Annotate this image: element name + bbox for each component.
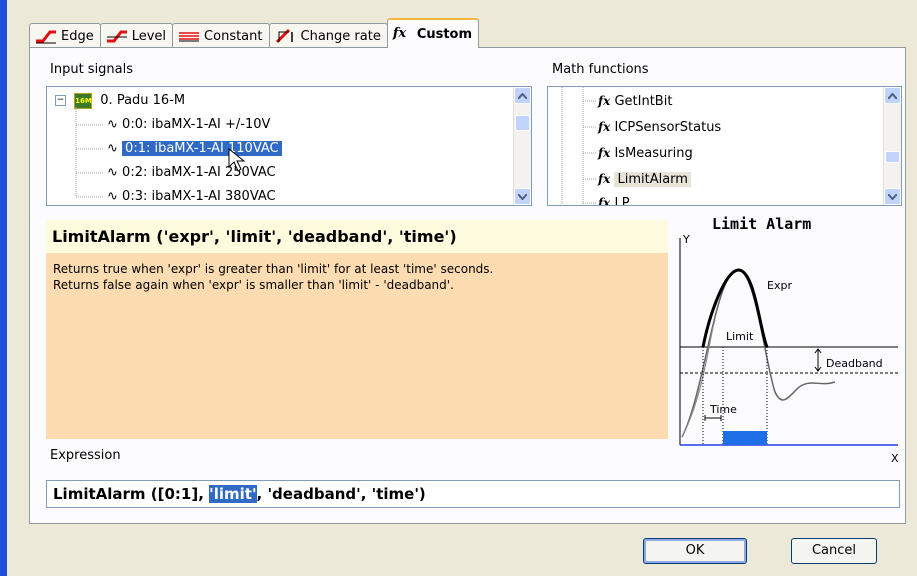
tree-lines [75,107,103,198]
dialog: Edge Level Constant Change rate fx Custom… [7,0,917,576]
math-functions-list[interactable]: fx GetIntBit fx ICPSensorStatus fx IsMea… [547,86,902,206]
function-label: IsMeasuring [614,146,693,161]
scroll-down-button[interactable] [884,188,901,205]
cancel-button[interactable]: Cancel [791,538,877,564]
function-icon: fx [598,120,611,134]
x-axis-label: X [891,452,899,464]
change-rate-icon [275,28,297,44]
input-signals-label: Input signals [50,62,134,77]
function-label: LP [614,196,630,206]
input-signals-scrollbar[interactable] [513,87,531,205]
expression-text: LimitAlarm ([0:1], [53,485,210,503]
tab-label: Change rate [300,28,381,44]
tab-strip: Edge Level Constant Change rate fx Custom [29,18,480,48]
tab-constant[interactable]: Constant [172,23,270,48]
function-icon: fx [598,94,611,108]
function-item[interactable]: fx ICPSensorStatus [598,115,721,139]
scroll-down-button[interactable] [514,188,531,205]
function-icon: fx [598,196,611,206]
limit-label: Limit [726,330,754,343]
expression-label: Expression [50,448,121,463]
tab-label: Constant [204,28,263,44]
tab-change-rate[interactable]: Change rate [268,23,388,48]
function-description: Returns true when 'expr' is greater than… [46,253,668,439]
ok-button[interactable]: OK [643,538,747,564]
tab-level[interactable]: Level [99,23,174,48]
function-label: LimitAlarm [614,172,691,187]
tab-label: Custom [416,26,473,42]
level-icon [106,28,128,44]
math-functions-label: Math functions [552,62,649,77]
y-axis-label: Y [682,233,690,246]
constant-icon [178,28,200,44]
function-icon: fx [598,146,611,160]
function-label: ICPSensorStatus [614,120,722,135]
description-line: Returns true when 'expr' is greater than… [53,262,494,276]
deadband-label: Deadband [826,357,883,370]
function-icon: fx [598,172,611,186]
input-signals-tree[interactable]: − 16M 0. Padu 16-M ∿ 0:0: ibaMX-1-AI +/-… [46,86,532,206]
tab-edge[interactable]: Edge [29,23,101,48]
edge-icon [35,28,57,44]
function-item[interactable]: fx GetIntBit [598,89,672,113]
function-item[interactable]: fx IsMeasuring [598,141,693,165]
window-left-border [0,0,7,576]
scroll-up-button[interactable] [884,87,901,104]
math-functions-scrollbar[interactable] [883,87,901,205]
expression-input[interactable]: LimitAlarm ([0:1], 'limit', 'deadband', … [46,480,900,508]
graph-title: Limit Alarm [712,215,812,233]
tab-label: Edge [61,28,94,44]
function-label: GetIntBit [614,94,673,109]
description-line: Returns false again when 'expr' is small… [53,278,454,292]
scroll-thumb[interactable] [515,115,530,131]
expr-label: Expr [767,279,792,292]
tab-custom[interactable]: fx Custom [386,18,480,48]
scroll-thumb[interactable] [885,151,900,163]
expression-selection: 'limit' [209,485,257,503]
expression-text: , 'deadband', 'time') [256,485,426,503]
tab-label: Level [131,28,167,44]
function-item-highlighted[interactable]: fx LimitAlarm [598,167,691,191]
limit-alarm-diagram: Y X Expr Limit Deadband Time [679,233,899,464]
time-label: Time [709,403,737,416]
alarm-output-pulse [723,431,767,445]
mouse-cursor-icon [228,147,246,172]
function-icon: fx [392,26,407,41]
scroll-up-button[interactable] [514,87,531,104]
function-item[interactable]: fx LP [598,191,630,206]
function-signature: LimitAlarm ('expr', 'limit', 'deadband',… [46,220,668,253]
